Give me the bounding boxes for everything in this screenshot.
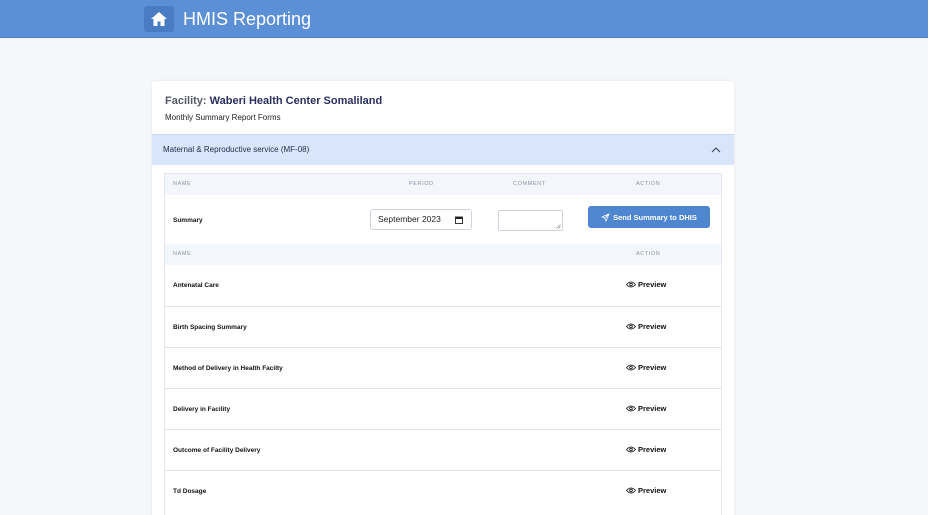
form-name: Outcome of Facility Delivery bbox=[173, 447, 261, 454]
form-name: Birth Spacing Summary bbox=[173, 324, 247, 331]
header-period: PERIOD bbox=[409, 181, 434, 187]
chevron-up-icon[interactable] bbox=[710, 144, 722, 156]
form-name: Delivery in Facility bbox=[173, 406, 231, 413]
table-row: Outcome of Facility Delivery Preview bbox=[165, 429, 721, 470]
preview-label: Preview bbox=[638, 486, 667, 495]
header-name: NAME bbox=[173, 181, 192, 187]
preview-label: Preview bbox=[638, 404, 667, 413]
header-action: ACTION bbox=[636, 251, 661, 257]
preview-label: Preview bbox=[638, 445, 667, 454]
table-row: Antenatal Care Preview bbox=[165, 265, 721, 306]
eye-icon bbox=[626, 281, 636, 288]
table-row: Method of Delivery in Health Facilty Pre… bbox=[165, 347, 721, 388]
report-card: Facility: Waberi Health Center Somalilan… bbox=[152, 81, 734, 515]
section-title: Maternal & Reproductive service (MF-08) bbox=[163, 145, 310, 154]
send-icon bbox=[601, 212, 610, 222]
summary-label: Summary bbox=[173, 217, 203, 224]
page-subtitle: Monthly Summary Report Forms bbox=[165, 113, 281, 122]
preview-button[interactable]: Preview bbox=[626, 486, 666, 495]
forms-table-header: NAME ACTION bbox=[165, 244, 721, 265]
form-name: Antenatal Care bbox=[173, 282, 219, 289]
app-title[interactable]: HMIS Reporting bbox=[183, 9, 311, 30]
send-summary-label: Send Summary to DHIS bbox=[613, 212, 697, 222]
eye-icon bbox=[626, 323, 636, 330]
preview-label: Preview bbox=[638, 363, 667, 372]
top-navbar: HMIS Reporting bbox=[0, 0, 928, 38]
forms-table: NAME PERIOD COMMENT ACTION Summary Septe… bbox=[164, 173, 722, 515]
table-row: Birth Spacing Summary Preview bbox=[165, 306, 721, 347]
form-name: Td Dosage bbox=[173, 488, 207, 495]
eye-icon bbox=[626, 405, 636, 412]
header-action: ACTION bbox=[636, 181, 661, 187]
calendar-icon[interactable] bbox=[455, 216, 463, 224]
preview-label: Preview bbox=[638, 280, 667, 289]
preview-label: Preview bbox=[638, 322, 667, 331]
summary-row: Summary September 2023 Send Summary to D… bbox=[165, 195, 721, 244]
facility-label: Facility: bbox=[165, 95, 207, 107]
period-month-input[interactable]: September 2023 bbox=[370, 209, 472, 230]
table-row: Td Dosage Preview bbox=[165, 470, 721, 511]
eye-icon bbox=[626, 487, 636, 494]
home-button[interactable] bbox=[144, 6, 174, 32]
preview-button[interactable]: Preview bbox=[626, 322, 666, 331]
resize-grip-icon[interactable] bbox=[556, 224, 561, 229]
eye-icon bbox=[626, 364, 636, 371]
table-row: Delivery in Facility Preview bbox=[165, 388, 721, 429]
section-accordion-header[interactable]: Maternal & Reproductive service (MF-08) bbox=[152, 134, 734, 165]
preview-button[interactable]: Preview bbox=[626, 280, 666, 289]
summary-table-header: NAME PERIOD COMMENT ACTION bbox=[165, 174, 721, 195]
home-icon bbox=[151, 12, 167, 26]
form-name: Method of Delivery in Health Facilty bbox=[173, 365, 283, 372]
period-value: September 2023 bbox=[378, 214, 441, 224]
preview-button[interactable]: Preview bbox=[626, 404, 666, 413]
facility-name: Waberi Health Center Somaliland bbox=[209, 95, 383, 107]
header-comment: COMMENT bbox=[513, 181, 546, 187]
facility-heading: Facility: Waberi Health Center Somalilan… bbox=[165, 95, 382, 107]
header-name: NAME bbox=[173, 251, 192, 257]
eye-icon bbox=[626, 446, 636, 453]
preview-button[interactable]: Preview bbox=[626, 363, 666, 372]
preview-button[interactable]: Preview bbox=[626, 445, 666, 454]
send-summary-button[interactable]: Send Summary to DHIS bbox=[588, 206, 710, 228]
comment-textarea[interactable] bbox=[498, 210, 563, 231]
